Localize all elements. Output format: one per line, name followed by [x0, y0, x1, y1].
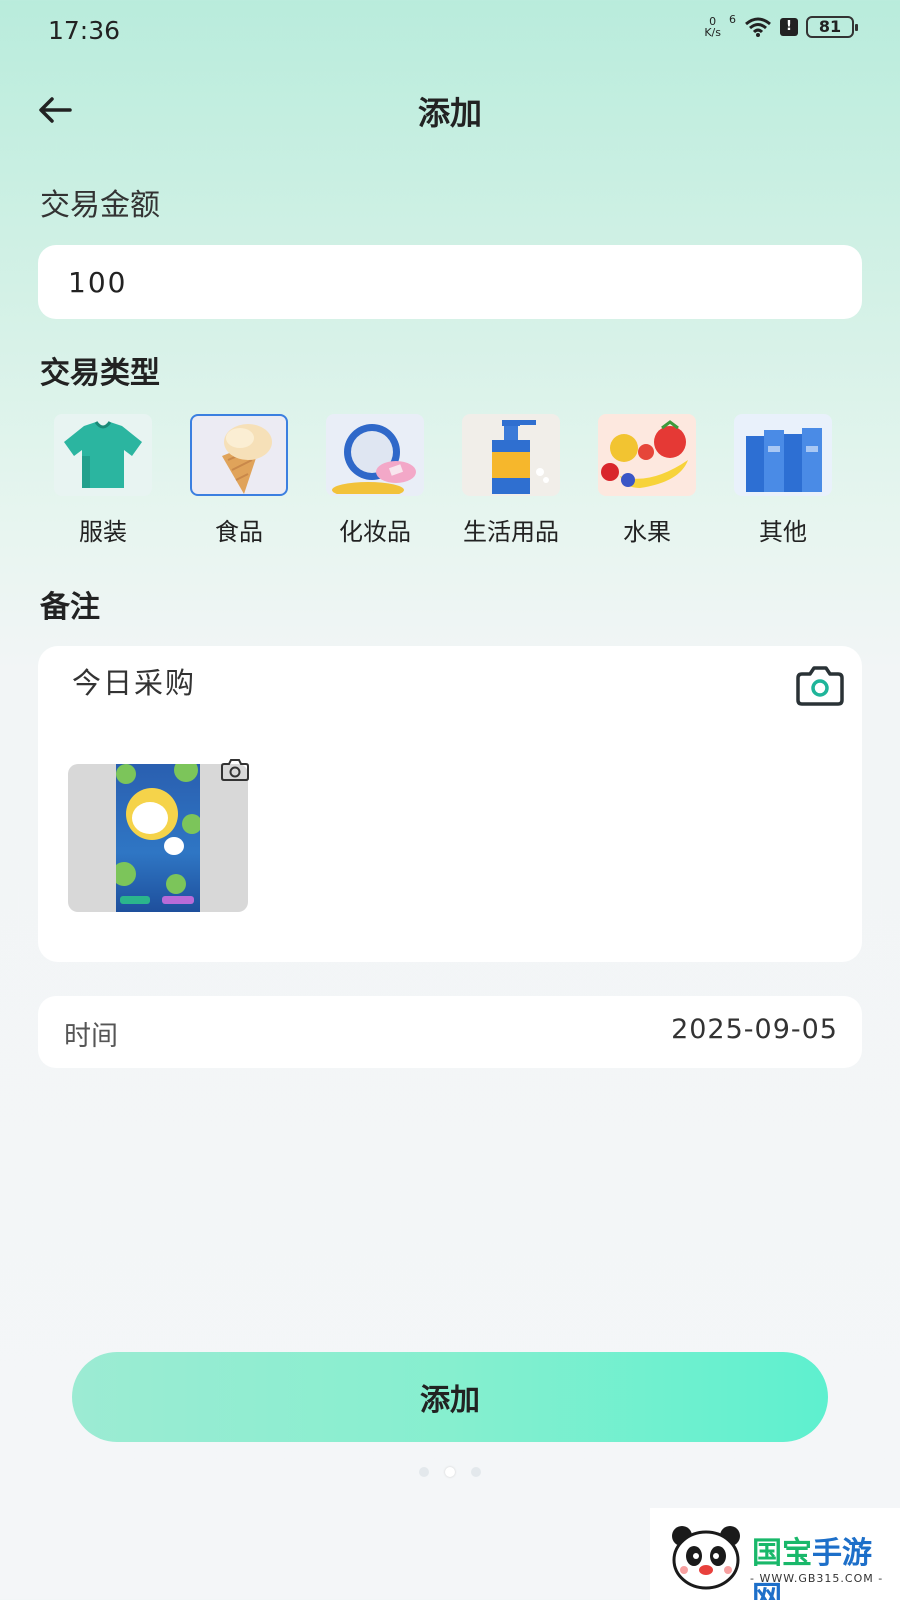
wifi-icon — [745, 17, 771, 37]
watermark-subtitle: - WWW.GB315.COM - — [750, 1572, 884, 1585]
status-bar: 17:36 0 K/s 6 ! 81 — [0, 0, 900, 60]
type-label: 交易类型 — [40, 356, 160, 391]
watermark-logo: 国宝手游网 - WWW.GB315.COM - — [650, 1508, 900, 1600]
photo-camera-icon[interactable] — [220, 758, 250, 782]
page-title: 添加 — [417, 94, 482, 132]
status-icons: 0 K/s 6 ! 81 — [704, 12, 858, 39]
alert-icon: ! — [780, 18, 798, 36]
category-cosmetics[interactable]: 化妆品 — [320, 414, 430, 547]
books-icon — [734, 414, 832, 496]
pump-bottle-icon — [462, 414, 560, 496]
mirror-icon — [326, 414, 424, 496]
photo-image — [112, 764, 202, 912]
category-fruit[interactable]: 水果 — [592, 414, 702, 547]
page-dot — [471, 1467, 481, 1477]
category-clothing[interactable]: 服装 — [48, 414, 158, 547]
panda-logo-icon — [672, 1526, 740, 1590]
category-food[interactable]: 食品 — [184, 414, 294, 547]
category-other[interactable]: 其他 — [728, 414, 838, 547]
signal-label: 6 — [729, 12, 736, 26]
add-button[interactable]: 添加 — [72, 1352, 828, 1442]
watermark-title: 国宝手游网 — [752, 1536, 872, 1600]
note-card: 今日采购 — [38, 646, 862, 962]
note-textarea[interactable]: 今日采购 — [72, 660, 196, 702]
time-value: 2025-09-05 — [671, 1014, 838, 1045]
amount-label: 交易金额 — [40, 188, 160, 223]
time-picker-row[interactable]: 时间 2025-09-05 — [38, 996, 862, 1068]
page-dot-active — [445, 1467, 455, 1477]
battery-icon: 81 — [806, 16, 858, 38]
status-time: 17:36 — [48, 16, 121, 45]
camera-button[interactable] — [794, 664, 846, 708]
photo-thumbnail[interactable] — [68, 764, 248, 912]
time-label: 时间 — [64, 1021, 118, 1052]
camera-icon — [796, 666, 844, 706]
tshirt-icon — [54, 414, 152, 496]
category-daily-goods[interactable]: 生活用品 — [456, 414, 566, 547]
note-label: 备注 — [40, 590, 100, 625]
network-speed: 0 K/s — [704, 15, 721, 39]
category-list: 服装 食品 化妆品 生活用品 水果 其他 — [48, 414, 868, 547]
fruit-icon — [598, 414, 696, 496]
ice-cream-icon — [190, 414, 288, 496]
page-indicator — [0, 1462, 900, 1481]
nav-bar: 添加 — [0, 80, 900, 140]
amount-input[interactable] — [38, 245, 862, 319]
page-dot — [419, 1467, 429, 1477]
